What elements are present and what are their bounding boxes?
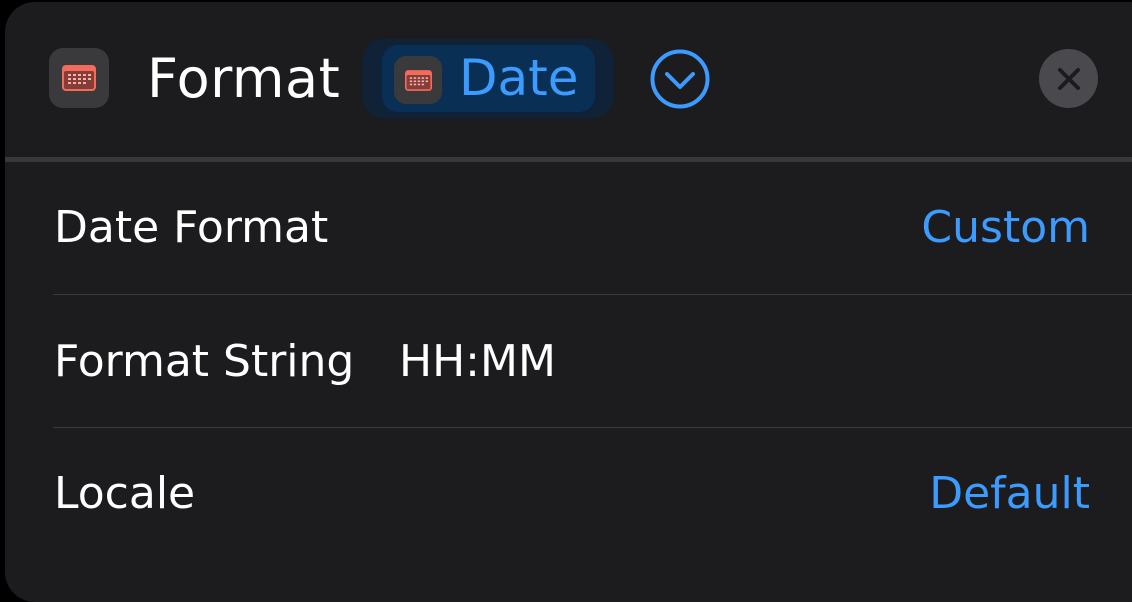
action-header: Format Date [5, 2, 1132, 157]
format-string-label: Format String [54, 336, 355, 387]
action-card: Format Date Date Format Custom Format St… [5, 2, 1132, 602]
date-token-body[interactable]: Date [382, 45, 595, 112]
chevron-down-circle-icon [650, 49, 710, 109]
date-format-value[interactable]: Custom [921, 200, 1090, 256]
calendar-glyph [62, 65, 96, 91]
action-title: Format [147, 47, 341, 110]
expand-button[interactable] [650, 49, 710, 109]
date-token-label: Date [459, 49, 579, 107]
calendar-icon [49, 48, 109, 108]
calendar-icon [394, 56, 442, 104]
format-string-row[interactable]: Format String HH:MM [5, 295, 1132, 427]
date-format-row[interactable]: Date Format Custom [5, 162, 1132, 294]
locale-label: Locale [54, 468, 196, 519]
date-variable-token[interactable]: Date [362, 39, 614, 118]
format-string-field[interactable]: HH:MM [399, 334, 556, 390]
locale-row[interactable]: Locale Default [5, 428, 1132, 560]
close-icon [1057, 67, 1080, 90]
close-button[interactable] [1039, 49, 1098, 108]
calendar-glyph [404, 69, 432, 91]
date-format-label: Date Format [54, 202, 329, 253]
locale-value[interactable]: Default [929, 466, 1090, 522]
